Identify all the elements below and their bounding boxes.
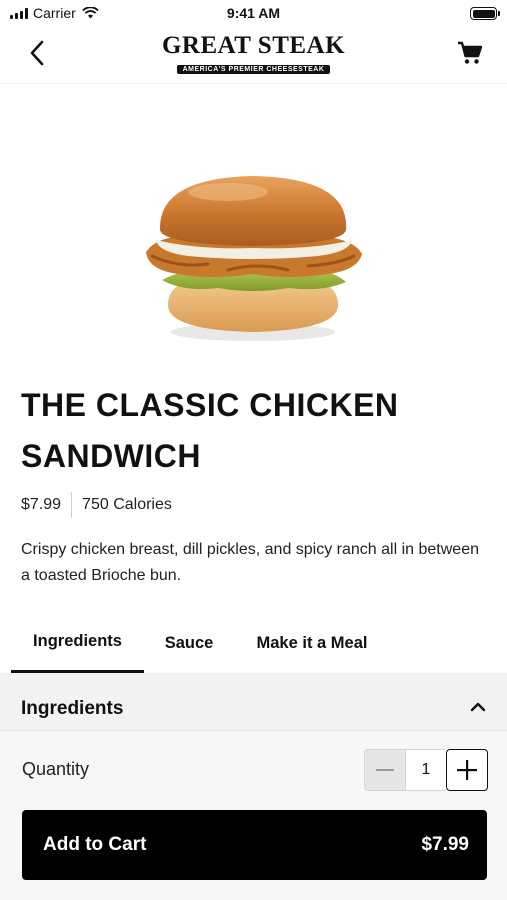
add-to-cart-price: $7.99 xyxy=(421,834,469,855)
chevron-up-icon[interactable] xyxy=(469,700,487,714)
logo-title: GREAT STEAK xyxy=(161,32,346,59)
back-button[interactable] xyxy=(20,36,54,70)
minus-icon xyxy=(376,769,394,771)
tab-ingredients[interactable]: Ingredients xyxy=(11,613,144,673)
product-title: THE CLASSIC CHICKEN SANDWICH xyxy=(21,387,399,474)
product-image xyxy=(146,176,362,341)
brand-logo: GREAT STEAK AMERICA'S PREMIER CHEESESTEA… xyxy=(154,32,354,76)
shopping-cart-icon xyxy=(458,41,483,64)
quantity-value: 1 xyxy=(406,749,446,791)
add-to-cart-label: Add to Cart xyxy=(43,834,147,855)
product-meta: $7.99 750 Calories xyxy=(21,492,172,518)
quantity-label: Quantity xyxy=(22,759,90,779)
order-panel: Quantity 1 Add to Cart $7.99 xyxy=(0,731,507,900)
status-bar: Carrier 9:41 AM xyxy=(0,0,507,26)
status-time: 9:41 AM xyxy=(226,5,281,21)
cart-button[interactable] xyxy=(453,36,487,70)
plus-icon xyxy=(457,760,477,780)
quantity-stepper: 1 xyxy=(364,749,488,791)
ingredients-accordion-header[interactable]: Ingredients xyxy=(0,673,507,731)
logo-subtitle: AMERICA'S PREMIER CHEESESTEAK xyxy=(176,65,331,74)
increase-quantity-button[interactable] xyxy=(446,749,488,791)
nav-bar: GREAT STEAK AMERICA'S PREMIER CHEESESTEA… xyxy=(0,26,507,84)
product-calories: 750 Calories xyxy=(82,496,172,513)
chevron-left-icon xyxy=(30,40,44,66)
product-description: Crispy chicken breast, dill pickles, and… xyxy=(21,541,479,584)
tab-make-it-a-meal[interactable]: Make it a Meal xyxy=(236,613,388,673)
option-tabs: Ingredients Sauce Make it a Meal xyxy=(0,613,507,673)
product-price: $7.99 xyxy=(21,496,62,513)
battery-icon xyxy=(470,7,500,20)
accordion-title: Ingredients xyxy=(21,698,124,719)
add-to-cart-button[interactable]: Add to Cart $7.99 xyxy=(22,810,487,880)
tab-sauce[interactable]: Sauce xyxy=(148,613,230,673)
decrease-quantity-button[interactable] xyxy=(364,749,406,791)
